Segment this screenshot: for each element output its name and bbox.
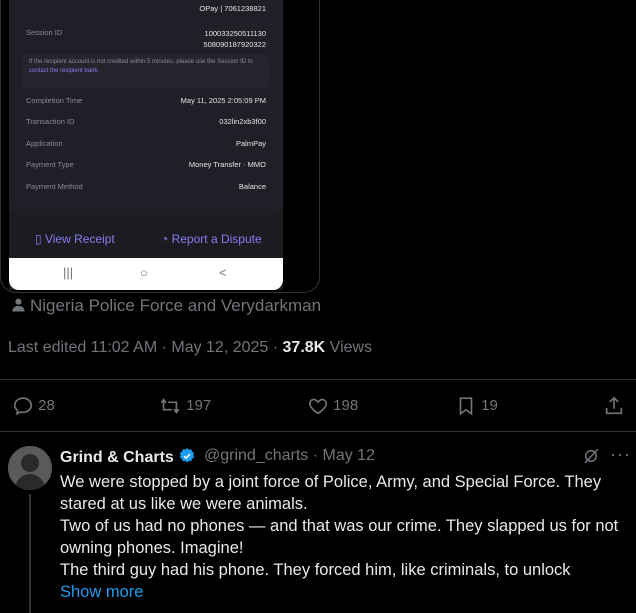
divider-top [0, 379, 636, 380]
back-icon: < [219, 265, 227, 280]
views-count: 37.8K [282, 339, 326, 356]
receipt-label: Completion Time [26, 96, 83, 105]
tagged-users[interactable]: Nigeria Police Force and Verydarkman [11, 296, 321, 316]
repost-icon [160, 398, 180, 414]
receipt-value: May 11, 2025 2:05:09 PM [180, 96, 266, 105]
receipt-recipient-value: OPay | 7061238821 [199, 4, 266, 13]
receipt-label: Application [26, 139, 63, 148]
receipt-notice: If the recipient account is not credited… [21, 54, 269, 88]
receipt-row-payment-method: Payment Method Balance [26, 182, 266, 191]
edited-timestamp[interactable]: Last edited 11:02 AM · May 12, 2025 · [8, 339, 283, 356]
share-button[interactable] [603, 395, 625, 417]
receipt-row-transaction: Transaction ID 032lin2xb3f00 [26, 117, 266, 126]
author-name-text: Grind & Charts [60, 449, 174, 466]
receipt-label: Transaction ID [26, 117, 75, 126]
reply-paragraph: We were stopped by a joint force of Poli… [60, 473, 602, 513]
like-count: 198 [333, 396, 359, 414]
bookmark-button[interactable]: 19 [455, 395, 498, 417]
bookmark-count: 19 [481, 396, 498, 414]
show-more-link[interactable]: Show more [60, 581, 630, 603]
reply-icon [13, 397, 33, 416]
receipt-label: Payment Method [26, 182, 83, 191]
receipt-row-session: Session ID 100033250511130 5080901879203… [26, 28, 266, 49]
grok-icon[interactable] [582, 447, 600, 470]
reply-paragraph: The third guy had his phone. They forced… [60, 561, 571, 579]
reply-button[interactable]: 28 [12, 395, 55, 417]
android-nav-bar: ||| ○ < [9, 258, 283, 290]
reply-count: 28 [38, 396, 55, 414]
verified-badge-icon [180, 448, 195, 463]
receipt-value: 032lin2xb3f00 [219, 117, 266, 126]
reply-text: We were stopped by a joint force of Poli… [60, 471, 630, 603]
report-dispute-link: ◔ Report a Dispute [161, 232, 262, 246]
receipt-row-completion: Completion Time May 11, 2025 2:05:09 PM [26, 96, 266, 105]
divider-bottom [0, 431, 636, 432]
tweet-meta: Last edited 11:02 AM · May 12, 2025 · 37… [8, 339, 372, 357]
notice-text: If the recipient account is not credited… [29, 59, 253, 65]
share-icon [605, 396, 623, 415]
receipt-value: PalmPay [235, 139, 266, 148]
receipt-label: Payment Type [26, 160, 74, 169]
receipt-value: Balance [238, 182, 266, 191]
receipt-value: 508090187920322 [203, 40, 266, 49]
person-icon [12, 298, 25, 312]
bookmark-icon [459, 397, 473, 416]
repost-count: 197 [186, 396, 212, 414]
heart-icon [308, 398, 328, 415]
reply-author-name[interactable]: Grind & Charts [60, 447, 196, 467]
more-options-icon[interactable]: ··· [610, 444, 631, 465]
notice-link: contact the recipient bank. [29, 68, 100, 74]
receipt-value: 100033250511130 [204, 29, 266, 38]
tweet-media-image[interactable]: OPay | 7061238821 Session ID 10003325051… [0, 0, 320, 293]
tagged-text: Nigeria Police Force and Verydarkman [30, 296, 322, 315]
avatar-image [8, 446, 52, 490]
recents-icon: ||| [63, 265, 74, 280]
receipt-actions: ▯ View Receipt ◔ Report a Dispute [9, 222, 283, 256]
repost-button[interactable]: 197 [158, 395, 211, 417]
like-button[interactable]: 198 [307, 395, 358, 417]
reply-handle[interactable]: @grind_charts · May 12 [204, 447, 375, 465]
receipt-phone-screen: OPay | 7061238821 Session ID 10003325051… [9, 0, 283, 290]
receipt-value: Money Transfer · MMO [188, 160, 266, 169]
receipt-row-payment-type: Payment Type Money Transfer · MMO [26, 160, 266, 169]
receipt-row-application: Application PalmPay [26, 139, 266, 148]
avatar[interactable] [8, 446, 52, 490]
reply-paragraph: Two of us had no phones — and that was o… [60, 517, 619, 557]
view-receipt-link: ▯ View Receipt [35, 232, 115, 246]
receipt-label: Session ID [26, 28, 63, 37]
views-label: Views [325, 339, 373, 356]
home-icon: ○ [140, 265, 148, 280]
thread-line [29, 494, 31, 613]
